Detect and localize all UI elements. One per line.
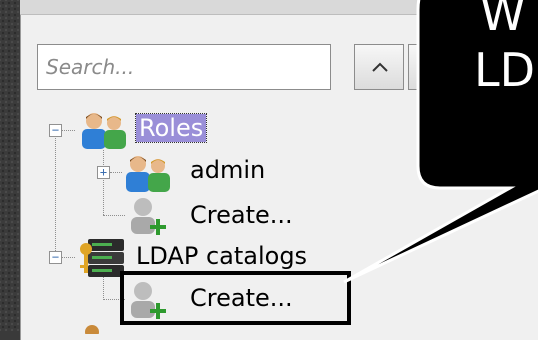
callout-line-1: W bbox=[480, 0, 526, 41]
callout-bubble bbox=[343, 0, 538, 284]
callout-line-2: LD bbox=[474, 43, 536, 97]
